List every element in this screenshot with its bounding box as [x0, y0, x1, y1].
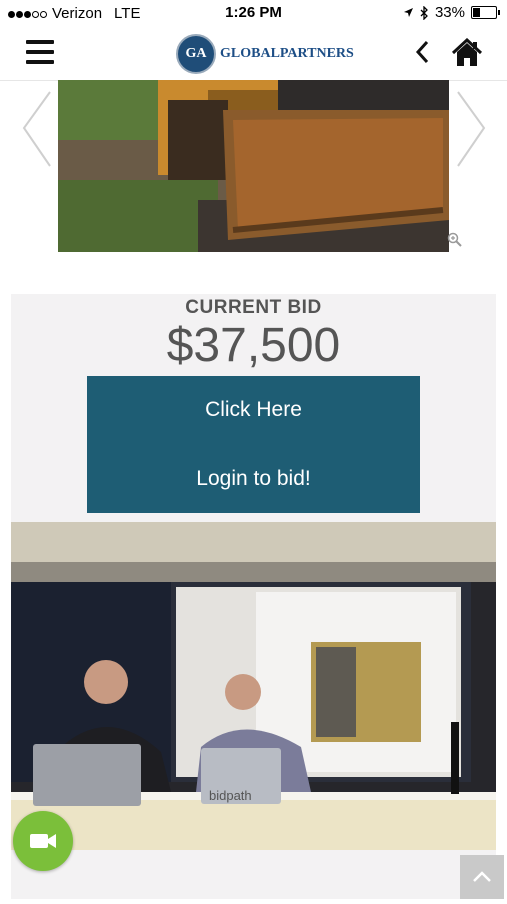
current-bid-amount: $37,500	[166, 319, 341, 372]
current-bid-label: CURRENT BID	[185, 297, 322, 318]
video-camera-icon	[30, 834, 56, 848]
app-header: GA GLOBALPARTNERS	[0, 28, 507, 81]
bid-panel: CURRENT BID $37,500 Click Here Login to …	[11, 294, 496, 899]
bid-button-line2: Login to bid!	[196, 467, 311, 490]
back-chevron-icon[interactable]	[414, 38, 430, 73]
bid-button-line1: Click Here	[205, 398, 302, 421]
logo-mark: GA	[176, 34, 216, 74]
battery-icon	[471, 6, 500, 19]
hamburger-menu-icon[interactable]	[26, 40, 54, 66]
logo-text: GLOBALPARTNERS	[220, 46, 354, 61]
scroll-top-chevron-icon	[473, 871, 491, 882]
video-camera-button[interactable]	[13, 811, 73, 871]
login-to-bid-button[interactable]: Click Here Login to bid!	[87, 376, 420, 513]
zoom-icon[interactable]	[447, 232, 463, 248]
global-partners-logo[interactable]: GA GLOBALPARTNERS	[176, 34, 354, 74]
bluetooth-icon	[420, 5, 428, 20]
scroll-top-button[interactable]	[460, 855, 504, 899]
live-auction-video[interactable]: bidpath	[11, 522, 496, 850]
home-icon[interactable]	[451, 37, 483, 68]
next-arrow-icon[interactable]	[454, 90, 488, 170]
battery-percentage: 33%	[434, 4, 465, 21]
prev-arrow-icon[interactable]	[20, 90, 54, 170]
status-bar: Verizon LTE 1:26 PM 33%	[0, 0, 507, 28]
location-arrow-icon	[403, 8, 413, 17]
laptop-label: bidpath	[209, 788, 252, 803]
status-icons: 33%	[403, 4, 500, 21]
equipment-photo[interactable]	[58, 80, 449, 252]
photo-gallery	[0, 80, 507, 255]
